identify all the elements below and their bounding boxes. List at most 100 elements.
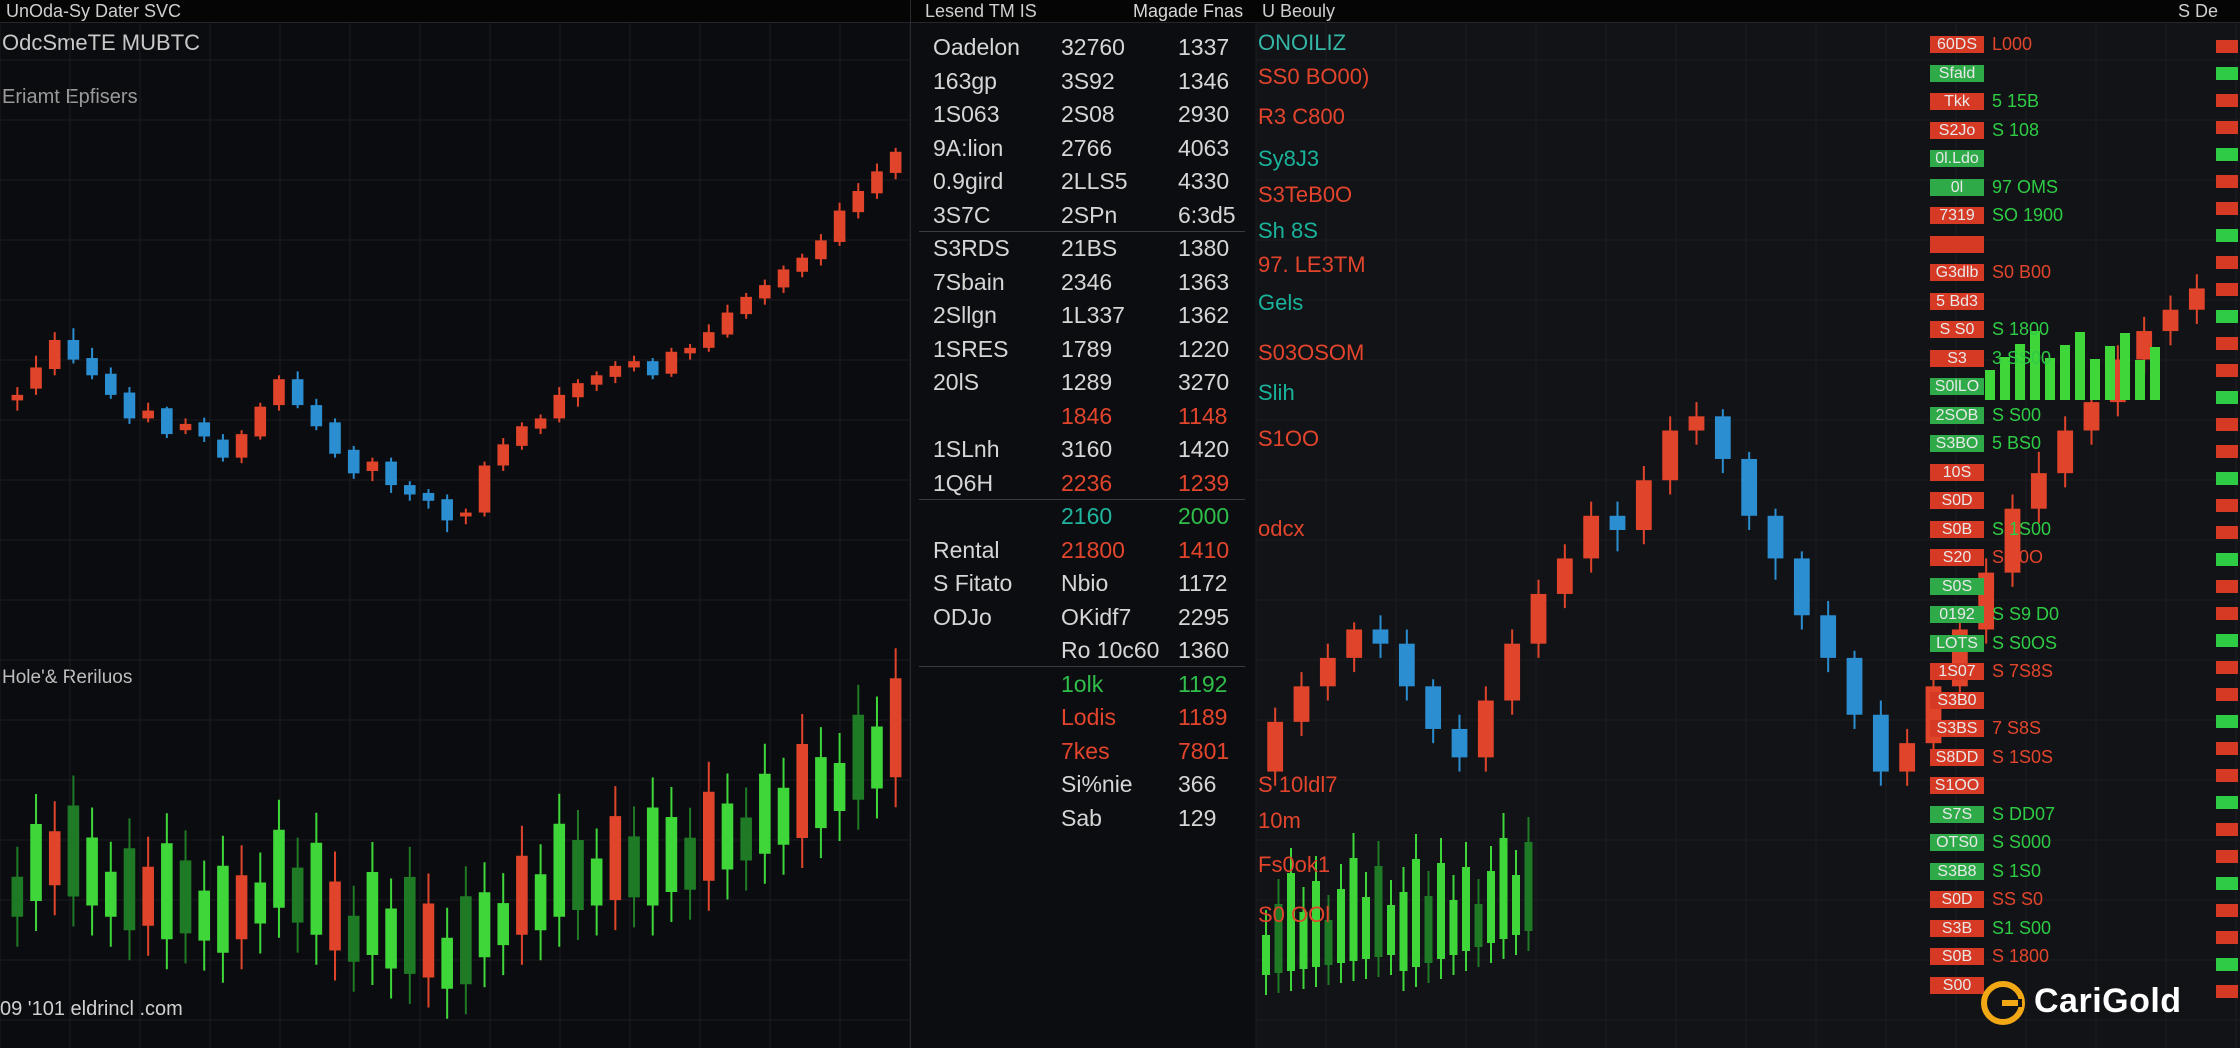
market-table-cell-1: S3RDS (933, 235, 1010, 261)
market-table-row[interactable]: ODJo OKidf7 2295 (923, 600, 1243, 634)
candle-body (553, 394, 566, 419)
order-book-row[interactable]: S0D SS S0 (1930, 890, 2210, 911)
order-book-row[interactable]: 1S07 S 7S8S (1930, 662, 2210, 683)
market-table-row[interactable]: 7Sbain 2346 1363 (923, 265, 1243, 299)
volume-bar (104, 871, 117, 917)
order-book-price: S2Jo (1930, 121, 1984, 139)
candle-body (759, 285, 771, 299)
volume-bar (553, 823, 566, 917)
market-table-row[interactable]: Si%nie 366 (923, 767, 1243, 801)
volume-bar (366, 872, 379, 955)
volume-bar (179, 860, 192, 934)
order-book-row[interactable]: OTS0 S S000 (1930, 833, 2210, 854)
volume-bar (684, 837, 696, 890)
market-table-row[interactable]: Oadelon 32760 1337 (923, 30, 1243, 64)
order-book-price: S3B0 (1930, 691, 1984, 709)
order-book-volume: L000 (1992, 34, 2033, 54)
order-book-row[interactable]: 60DS L000 (1930, 34, 2210, 56)
order-book-row[interactable]: S1OO (1930, 777, 2210, 797)
order-book-row[interactable]: LOTS S S0OS (1930, 634, 2210, 655)
volume-bar (329, 881, 341, 951)
volume-bar (516, 855, 528, 935)
market-table-row[interactable]: Ro 10c60 1360 (923, 633, 1243, 667)
market-table-row[interactable]: 9A:lion 2766 4063 (923, 131, 1243, 165)
market-table-cell-3: 3270 (1178, 369, 1230, 395)
order-book-price: S20 (1930, 549, 1984, 566)
market-table-row[interactable]: 7kes 7801 (923, 734, 1243, 768)
market-table-row[interactable]: 2160 2000 (923, 499, 1243, 533)
order-book-row[interactable] (1930, 235, 2210, 256)
volume-bar (478, 892, 491, 958)
candle-body (142, 410, 154, 419)
order-book-row[interactable]: S7S S DD07 (1930, 805, 2210, 826)
carigold-logo-text: CariGold (2034, 982, 2182, 1020)
market-table-row[interactable]: 1846 1148 (923, 399, 1243, 433)
order-book-row[interactable]: S0B S 1S00 (1930, 520, 2210, 541)
order-book-row[interactable]: 2SOB S S00 (1930, 406, 2210, 427)
candle-body (385, 461, 397, 486)
order-book-row[interactable]: S0D (1930, 492, 2210, 512)
candle-body (403, 485, 416, 495)
volume-group (11, 648, 902, 1019)
order-book-price: S3BS (1930, 720, 1984, 737)
candle-body (665, 351, 678, 374)
market-table-cell-2: 2LLS5 (1061, 168, 1128, 194)
order-book-row[interactable]: Sfald (1930, 64, 2210, 85)
order-book-row[interactable]: S0B S 1800 (1930, 947, 2210, 968)
order-book-volume: 97 OMS (1992, 176, 2059, 197)
market-table-row[interactable]: 0.9gird 2LLS5 4330 (923, 164, 1243, 198)
volume-bar (48, 831, 61, 886)
order-book-row[interactable]: S3 3 SS00 (1930, 349, 2210, 370)
market-table-cell-3: 1239 (1178, 469, 1230, 496)
market-table-row[interactable]: 163gp 3S92 1346 (923, 64, 1243, 98)
market-table-row[interactable]: 1SRES 1789 1220 (923, 332, 1243, 366)
market-table-row[interactable]: Rental 21800 1410 (923, 533, 1243, 567)
volume-bar (142, 866, 154, 926)
market-table-cell-1: ODJo (933, 603, 992, 630)
order-book-row[interactable]: 7319 SO 1900 (1930, 206, 2210, 227)
market-table-cell-1: 20lS (933, 369, 980, 395)
volume-bar (11, 876, 24, 917)
order-book-price: S3 (1930, 349, 1984, 367)
left-candlestick-chart[interactable] (0, 0, 910, 1048)
order-book-row[interactable]: S0lLO (1930, 378, 2210, 398)
market-table-row[interactable]: 1S063 2S08 2930 (923, 97, 1243, 131)
order-book-row[interactable]: S S0 S 1800 (1930, 320, 2210, 341)
order-book-volume: S1 S00 (1992, 917, 2052, 938)
order-book-row[interactable]: 10S (1930, 463, 2210, 484)
volume-bar (796, 744, 809, 838)
market-table-row[interactable]: S Fitato Nbio 1172 (923, 566, 1243, 600)
order-book-row[interactable]: S2Jo S 108 (1930, 121, 2210, 142)
order-book-row[interactable]: S3BO 5 BS0 (1930, 434, 2210, 455)
market-table-row[interactable]: 3S7C 2SPn 6:3d5 (923, 198, 1243, 232)
order-book-row[interactable]: 0l 97 OMS (1930, 176, 2210, 199)
order-book-row[interactable]: S20 S 80O (1930, 548, 2210, 569)
candle-body (366, 461, 379, 471)
market-table-row[interactable]: 1olk 1192 (923, 667, 1243, 701)
order-book-price: S0B (1930, 520, 1984, 538)
market-table-cell-2: 2346 (1061, 268, 1113, 295)
market-table-cell-2: 1olk (1061, 670, 1104, 697)
market-table-row[interactable]: 2Sllgn 1L337 1362 (923, 298, 1243, 332)
order-book-row[interactable]: S3B S1 S00 (1930, 917, 2210, 940)
market-table-row[interactable]: Lodis 1189 (923, 700, 1243, 734)
right-axis-label: SS0 BO00) (1258, 64, 1370, 89)
order-book-row[interactable]: Tkk 5 15B (1930, 92, 2210, 113)
order-book-row[interactable]: S3B0 (1930, 691, 2210, 712)
order-book-row[interactable]: 0192 S S9 D0 (1930, 605, 2210, 626)
market-table-row[interactable]: Sab 129 (923, 801, 1243, 835)
order-book-row[interactable]: S3B8 S 1S0 (1930, 862, 2210, 883)
order-book-volume: S 1S0S (1992, 746, 2054, 767)
market-table-row[interactable]: S3RDS 21BS 1380 (923, 231, 1243, 265)
order-book-row[interactable]: S0S (1930, 577, 2210, 598)
market-table-row[interactable]: 1Q6H 2236 1239 (923, 466, 1243, 500)
market-table-cell-3: 1410 (1178, 536, 1230, 563)
order-book-row[interactable]: 0l.Ldo (1930, 150, 2210, 170)
market-table-row[interactable]: 1SLnh 3160 1420 (923, 432, 1243, 466)
order-book-row[interactable]: 5 Bd3 (1930, 292, 2210, 313)
order-book-row[interactable]: S3BS 7 S8S (1930, 719, 2210, 740)
order-book-row[interactable]: S8DD S 1S0S (1930, 746, 2210, 769)
order-book-row[interactable]: G3dlb S0 B00 (1930, 263, 2210, 284)
market-table-row[interactable]: 20lS 1289 3270 (923, 365, 1243, 399)
volume-bar (291, 867, 304, 923)
